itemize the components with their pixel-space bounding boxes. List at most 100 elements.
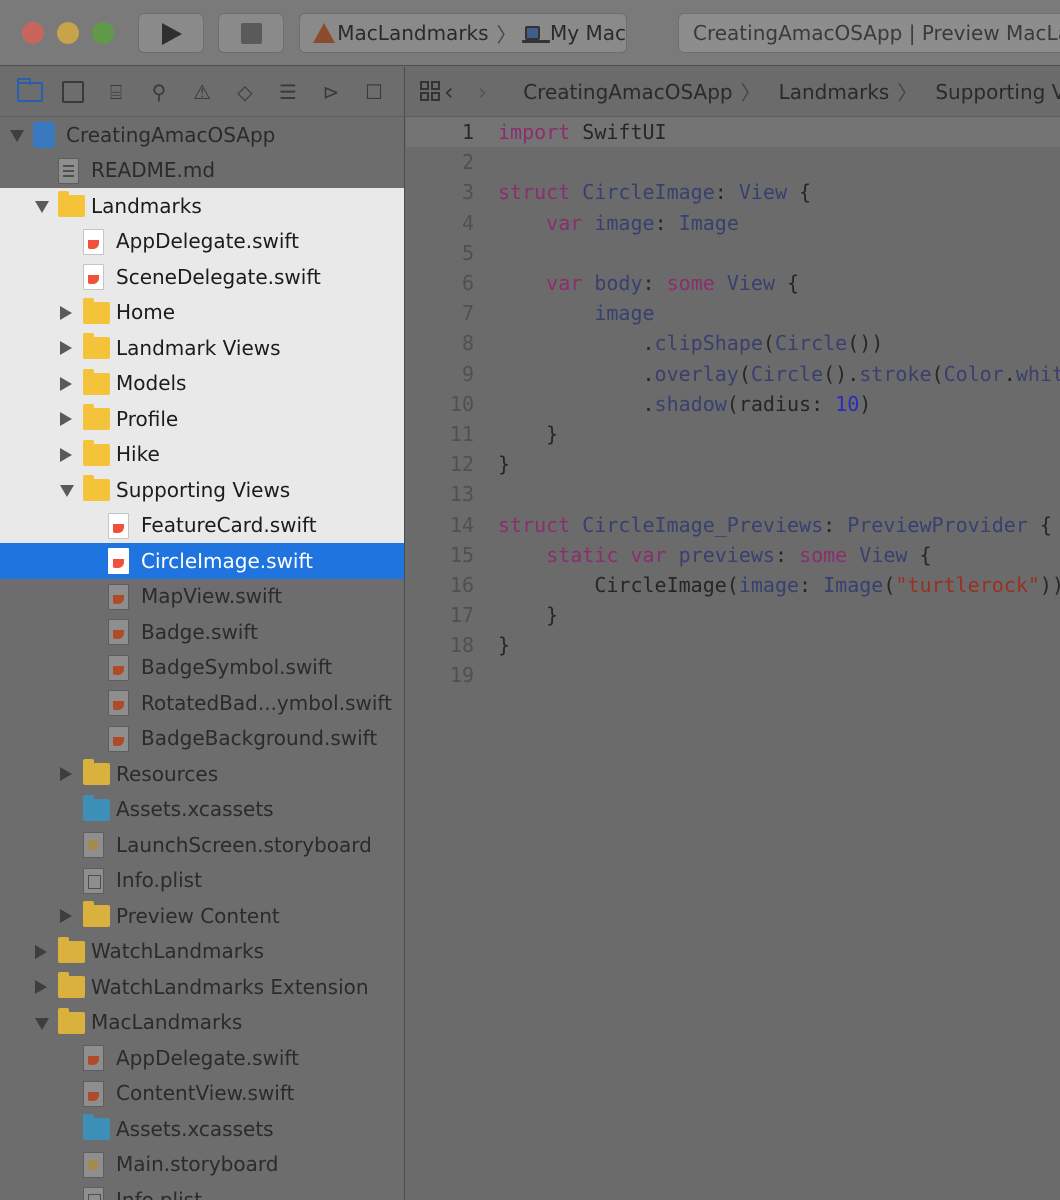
line-number: 10 [449,391,474,416]
file-row-label: Profile [116,406,179,431]
breakpoint-navigator-icon[interactable]: ⊳ [317,79,345,105]
file-row[interactable]: Hike [0,436,404,472]
run-button[interactable] [138,13,204,53]
disclosure-collapsed-icon[interactable] [60,341,72,355]
file-row[interactable]: RotatedBad...ymbol.swift [0,685,404,721]
code-area[interactable]: 1 import SwiftUI 2 3 struct CircleImage: Vie… [406,117,1060,691]
file-row[interactable]: Info.plist [0,1182,404,1200]
file-row[interactable]: Info.plist [0,863,404,899]
file-row[interactable]: WatchLandmarks [0,934,404,970]
code-line[interactable]: 12} [406,449,1060,479]
file-row[interactable]: Resources [0,756,404,792]
code-line[interactable]: 3 struct CircleImage: View { [406,177,1060,207]
file-row[interactable]: Main.storyboard [0,1147,404,1183]
file-row-label: Landmarks [91,193,202,218]
code-text: } [498,603,559,628]
file-row[interactable]: Assets.xcassets [0,792,404,828]
file-row[interactable]: README.md [0,153,404,189]
jumpbar-folder-landmarks[interactable]: Landmarks [779,80,890,104]
code-line[interactable]: 14 struct CircleImage_Previews: PreviewPr… [406,509,1060,539]
disclosure-expanded-icon[interactable] [35,1017,49,1030]
debug-navigator-icon[interactable]: ☰ [274,79,302,105]
code-line[interactable]: 1 import SwiftUI [406,117,1060,148]
disclosure-collapsed-icon[interactable] [60,305,72,320]
minimize-window-button[interactable] [57,22,79,44]
file-row[interactable]: AppDelegate.swift [0,1040,404,1076]
code-line[interactable]: 16 CircleImage(image: Image("turtlerock"… [406,570,1060,600]
forward-arrow-icon[interactable]: › [478,78,488,106]
file-row[interactable]: Badge.swift [0,614,404,650]
file-row[interactable]: SceneDelegate.swift [0,259,404,295]
disclosure-expanded-icon[interactable] [10,130,24,142]
file-row[interactable]: MapView.swift [0,579,404,615]
issue-navigator-icon[interactable]: ⚠ [188,79,216,105]
file-row[interactable]: Assets.xcassets [0,1111,404,1147]
code-line[interactable]: 15 static var previews: some View { [406,540,1060,570]
scheme-app-label: MacLandmarks [337,21,489,45]
file-row[interactable]: MacLandmarks [0,1005,404,1041]
code-line[interactable]: 19 [406,660,1060,690]
file-row[interactable]: WatchLandmarks Extension [0,969,404,1005]
back-arrow-icon[interactable]: ‹ [444,78,454,106]
line-number: 8 [461,331,474,356]
file-row[interactable]: Models [0,365,404,401]
file-row[interactable]: Landmark Views [0,330,404,366]
code-line[interactable]: 9 .overlay(Circle().stroke(Color.white, … [406,359,1060,389]
file-row[interactable]: Landmarks [0,188,404,224]
file-row[interactable]: AppDelegate.swift [0,223,404,259]
code-line[interactable]: 17 } [406,600,1060,630]
code-line[interactable]: 4 var image: Image [406,208,1060,238]
project-navigator-icon[interactable] [16,77,44,105]
find-navigator-icon[interactable]: ⚲ [145,79,173,105]
code-line[interactable]: 11 } [406,419,1060,449]
code-line[interactable]: 5 [406,238,1060,268]
file-row[interactable]: CreatingAmacOSApp [0,117,404,153]
file-row[interactable]: ContentView.swift [0,1076,404,1112]
code-line[interactable]: 8 .clipShape(Circle()) [406,328,1060,358]
line-number: 2 [461,150,474,175]
disclosure-collapsed-icon[interactable] [60,909,72,923]
jumpbar-folder-supporting[interactable]: Supporting Views [935,80,1060,104]
code-line[interactable]: 10 .shadow(radius: 10) [406,389,1060,419]
stop-button[interactable] [218,13,284,53]
disclosure-collapsed-icon[interactable] [60,767,72,781]
code-line[interactable]: 13 [406,479,1060,509]
disclosure-expanded-icon[interactable] [60,485,74,497]
file-row[interactable]: BadgeBackground.swift [0,721,404,757]
code-line[interactable]: 2 [406,147,1060,177]
file-row-selected[interactable]: CircleImage.swift [0,543,404,579]
disclosure-collapsed-icon[interactable] [60,447,72,462]
folder-icon [58,191,85,217]
file-row-label: Badge.swift [141,619,258,644]
swift-file-icon [108,690,129,716]
code-text: var image: Image [546,210,739,235]
line-number: 5 [461,240,474,265]
code-line[interactable]: 18} [406,630,1060,660]
test-navigator-icon[interactable]: ◇ [231,79,259,105]
disclosure-collapsed-icon[interactable] [60,376,72,391]
code-line[interactable]: 6 var body: some View { [406,268,1060,298]
disclosure-collapsed-icon[interactable] [60,412,72,426]
swift-file-icon [108,619,129,645]
file-row[interactable]: Profile [0,401,404,437]
folder-icon [83,901,110,927]
file-row[interactable]: Preview Content [0,898,404,934]
file-row[interactable]: Supporting Views [0,472,404,508]
symbol-navigator-icon[interactable]: ⌸ [102,79,130,105]
zoom-window-button[interactable] [92,22,114,44]
report-navigator-icon[interactable]: ☐ [360,79,388,105]
disclosure-expanded-icon[interactable] [35,201,49,213]
file-row[interactable]: Home [0,294,404,330]
jumpbar-project[interactable]: CreatingAmacOSApp [523,80,732,104]
scheme-selector[interactable]: MacLandmarks 〉 My Mac [299,13,627,53]
disclosure-collapsed-icon[interactable] [35,944,47,959]
file-row[interactable]: FeatureCard.swift [0,507,404,543]
file-row[interactable]: LaunchScreen.storyboard [0,827,404,863]
code-line[interactable]: 7 image [406,298,1060,328]
doc-icon [58,157,79,184]
close-window-button[interactable] [22,22,44,44]
storyboard-icon [83,832,104,858]
disclosure-collapsed-icon[interactable] [35,980,47,994]
source-control-navigator-icon[interactable] [59,79,87,105]
file-row[interactable]: BadgeSymbol.swift [0,650,404,686]
